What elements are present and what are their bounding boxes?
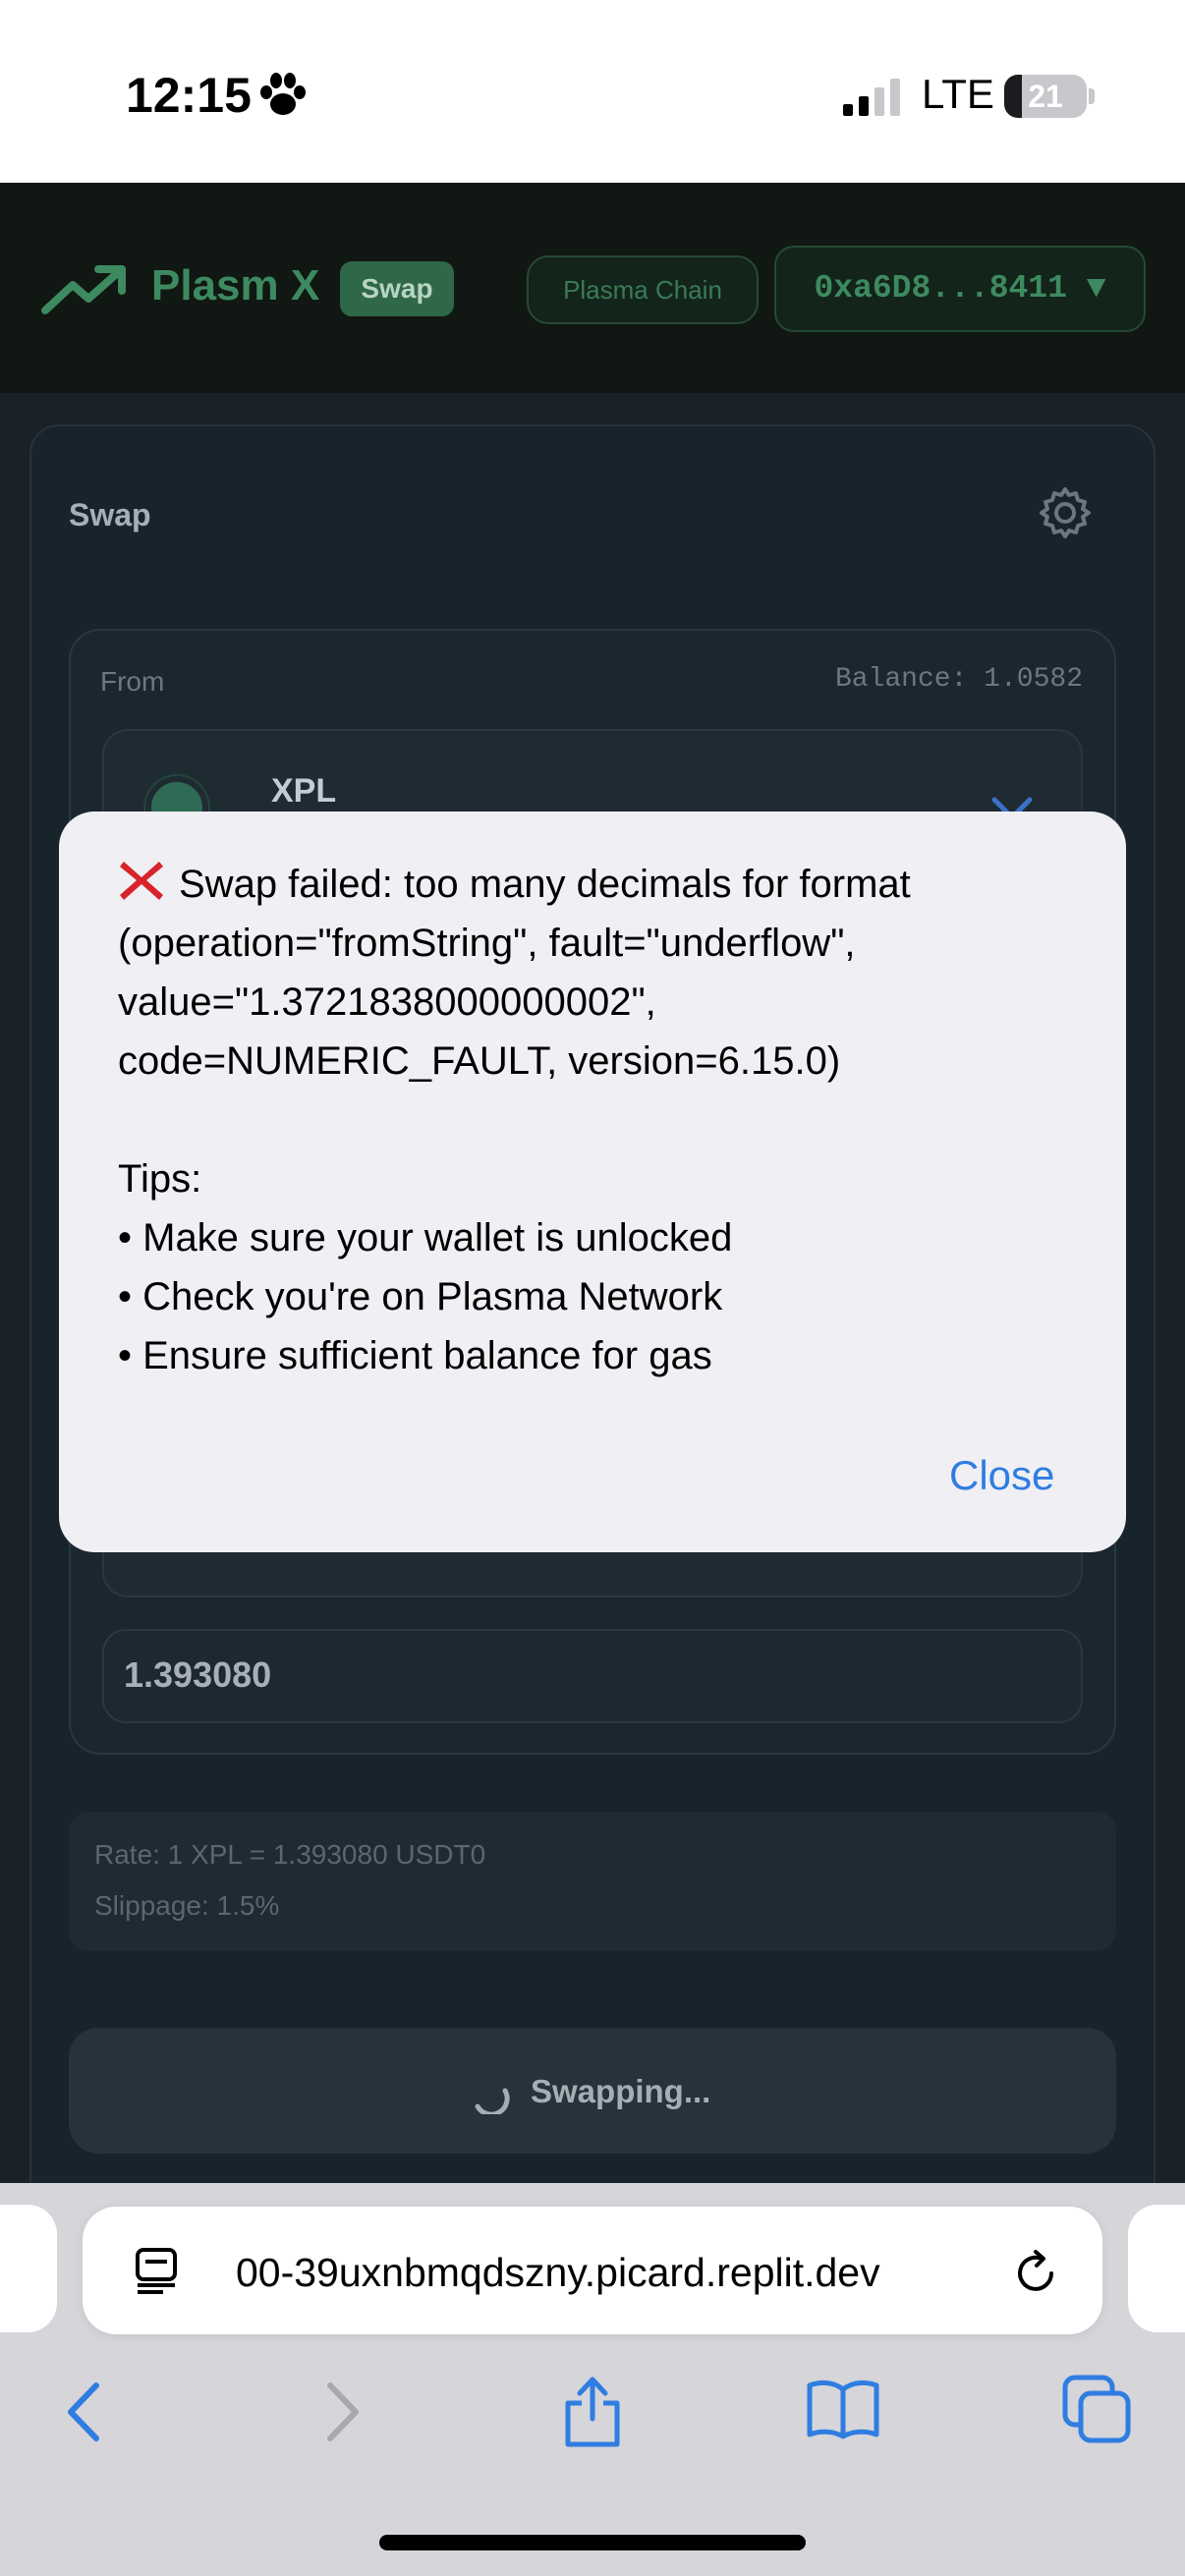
forward-icon[interactable] bbox=[316, 2380, 366, 2444]
network-label: LTE bbox=[922, 71, 994, 117]
alert-error-text: Swap failed: too many decimals for forma… bbox=[118, 863, 922, 1083]
alert-message: Swap failed: too many decimals for forma… bbox=[118, 855, 1081, 1091]
previous-tab-preview[interactable] bbox=[0, 2205, 57, 2332]
balance-label: Balance: 1.0582 bbox=[834, 664, 1083, 695]
error-x-icon bbox=[120, 862, 163, 900]
tip-item: • Ensure sufficient balance for gas bbox=[118, 1334, 712, 1377]
brand-name[interactable]: Plasm X bbox=[151, 261, 319, 310]
reader-icon[interactable] bbox=[134, 2246, 179, 2295]
gear-icon[interactable] bbox=[1038, 485, 1093, 540]
rate-info bbox=[69, 1812, 1116, 1951]
rate-text: Rate: 1 XPL = 1.393080 USDT0 bbox=[94, 1839, 486, 1870]
slippage-text: Slippage: 1.5% bbox=[94, 1890, 280, 1921]
battery-icon: 21 bbox=[1004, 75, 1087, 118]
signal-icon bbox=[843, 79, 900, 116]
status-bar: 12:15 LTE 21 bbox=[0, 0, 1185, 183]
from-token-name: XPL bbox=[271, 772, 337, 810]
url-text[interactable]: 00-39uxnbmqdszny.picard.replit.dev bbox=[236, 2250, 992, 2296]
battery-level: 21 bbox=[1028, 79, 1063, 114]
spinner-icon bbox=[475, 2088, 510, 2114]
app-header: Plasm X Swap Plasma Chain 0xa6D8...8411 … bbox=[0, 183, 1185, 393]
home-indicator bbox=[379, 2535, 806, 2550]
output-amount: 1.393080 bbox=[124, 1654, 272, 1695]
reload-icon[interactable] bbox=[1012, 2248, 1061, 2297]
chain-selector[interactable]: Plasma Chain bbox=[527, 255, 759, 324]
close-button[interactable]: Close bbox=[949, 1452, 1054, 1499]
trending-up-icon bbox=[41, 265, 126, 314]
tips-heading: Tips: bbox=[118, 1157, 202, 1201]
bookmarks-icon[interactable] bbox=[806, 2378, 880, 2440]
status-time: 12:15 bbox=[126, 68, 252, 123]
wallet-button[interactable]: 0xa6D8...8411 ▼ bbox=[774, 246, 1146, 332]
tip-item: • Make sure your wallet is unlocked bbox=[118, 1216, 733, 1260]
tip-item: • Check you're on Plasma Network bbox=[118, 1275, 723, 1318]
share-icon[interactable] bbox=[560, 2368, 625, 2448]
swap-button-label: Swapping... bbox=[531, 2073, 711, 2109]
alert-tips: Tips: • Make sure your wallet is unlocke… bbox=[118, 1149, 732, 1385]
swap-title: Swap bbox=[69, 497, 151, 532]
paw-icon bbox=[260, 73, 306, 115]
next-tab-preview[interactable] bbox=[1128, 2205, 1185, 2332]
battery-tip bbox=[1089, 88, 1095, 104]
from-label: From bbox=[100, 666, 165, 697]
back-icon[interactable] bbox=[61, 2380, 110, 2444]
tabs-icon[interactable] bbox=[1061, 2374, 1132, 2444]
swap-badge: Swap bbox=[340, 261, 454, 316]
